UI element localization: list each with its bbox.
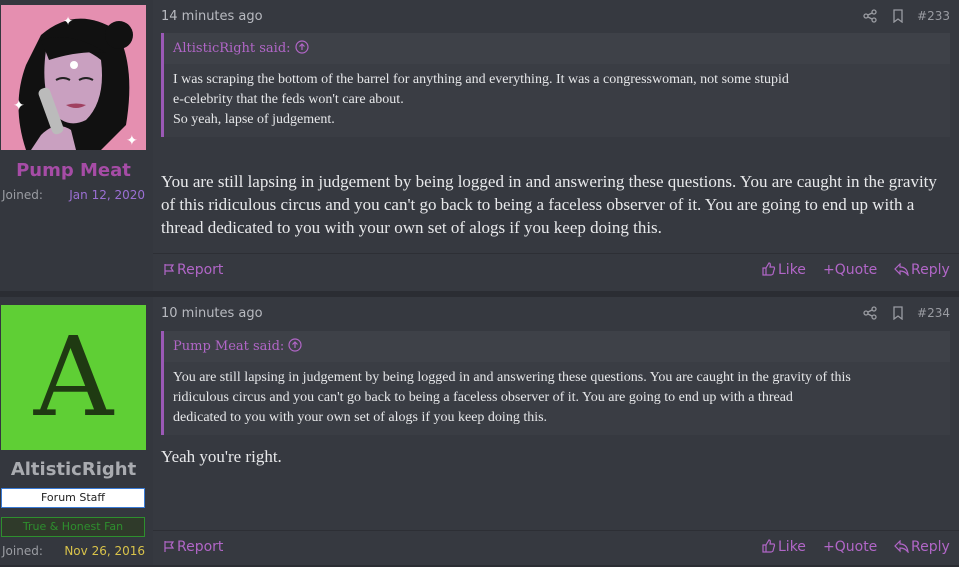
plus-icon: + (823, 262, 835, 278)
quote-line: I was scraping the bottom of the barrel … (173, 72, 789, 87)
quote-line: e-celebrity that the feds won't care abo… (173, 92, 404, 107)
joined-date: Nov 26, 2016 (64, 544, 145, 558)
reply-button[interactable]: Reply (894, 539, 950, 555)
quote-header[interactable]: AltisticRight said: (164, 33, 950, 64)
quote-line: You are still lapsing in judgement by be… (173, 370, 851, 385)
like-button[interactable]: Like (762, 539, 806, 555)
post-number[interactable]: #234 (917, 306, 950, 320)
bookmark-icon[interactable] (892, 305, 904, 324)
user-info-panel: ✦ ✦ ✦ Pump Meat Joined: Jan 12, 2020 (0, 0, 153, 291)
quote-author[interactable]: AltisticRight said: (173, 41, 291, 56)
quote-header[interactable]: Pump Meat said: (164, 331, 950, 362)
avatar[interactable]: A (1, 305, 146, 450)
like-button[interactable]: Like (762, 262, 806, 278)
svg-text:✦: ✦ (13, 98, 25, 114)
staff-badge: Forum Staff (1, 488, 145, 508)
post-number[interactable]: #233 (917, 9, 950, 23)
post-text: You are still lapsing in judgement by be… (161, 172, 937, 237)
report-button[interactable]: Report (163, 262, 223, 278)
joined-date: Jan 12, 2020 (69, 188, 145, 202)
username[interactable]: AltisticRight (0, 459, 147, 480)
quote-line: ridiculous circus and you can't go back … (173, 390, 793, 405)
quote-author[interactable]: Pump Meat said: (173, 339, 284, 354)
username[interactable]: Pump Meat (0, 160, 147, 181)
post-main: 10 minutes ago #234 Pump Meat said: You … (153, 297, 959, 565)
quote-block: Pump Meat said: You are still lapsing in… (161, 331, 950, 435)
flag-icon (164, 541, 175, 552)
post-234: A AltisticRight Forum Staff True & Hones… (0, 297, 959, 565)
report-button[interactable]: Report (163, 539, 223, 555)
share-icon[interactable] (863, 8, 877, 27)
reply-button[interactable]: Reply (894, 262, 950, 278)
svg-text:✦: ✦ (126, 133, 138, 149)
joined-label: Joined: (2, 544, 43, 558)
post-time[interactable]: 10 minutes ago (161, 306, 263, 321)
reply-icon (894, 262, 909, 278)
quote-line: So yeah, lapse of judgement. (173, 112, 335, 127)
post-time[interactable]: 14 minutes ago (161, 9, 263, 24)
post-text: Yeah you're right. (161, 447, 282, 466)
quote-body: I was scraping the bottom of the barrel … (164, 64, 950, 137)
thumbs-up-icon (762, 262, 776, 276)
arrow-up-circle-icon (288, 338, 302, 352)
quote-block: AltisticRight said: I was scraping the b… (161, 33, 950, 137)
quote-body: You are still lapsing in judgement by be… (164, 362, 950, 435)
joined-label: Joined: (2, 188, 43, 202)
svg-text:✦: ✦ (63, 14, 73, 28)
plus-icon: + (823, 539, 835, 555)
post-main: 14 minutes ago #233 AltisticRight said: … (153, 0, 959, 291)
user-title-badge: True & Honest Fan (1, 517, 145, 537)
bookmark-icon[interactable] (892, 8, 904, 27)
quote-button[interactable]: +Quote (823, 262, 877, 278)
post-233: ✦ ✦ ✦ Pump Meat Joined: Jan 12, 2020 14 … (0, 0, 959, 291)
avatar-letter: A (33, 313, 114, 441)
post-footer: Report Like +Quote Reply (153, 530, 959, 567)
reply-icon (894, 539, 909, 555)
quote-line: dedicated to you with your own set of al… (173, 410, 548, 425)
thumbs-up-icon (762, 539, 776, 553)
arrow-up-circle-icon (294, 40, 309, 54)
post-footer: Report Like +Quote Reply (153, 253, 959, 290)
share-icon[interactable] (863, 305, 877, 324)
quote-button[interactable]: +Quote (823, 539, 877, 555)
flag-icon (164, 264, 175, 275)
avatar[interactable]: ✦ ✦ ✦ (1, 5, 146, 150)
user-info-panel: A AltisticRight Forum Staff True & Hones… (0, 297, 153, 565)
